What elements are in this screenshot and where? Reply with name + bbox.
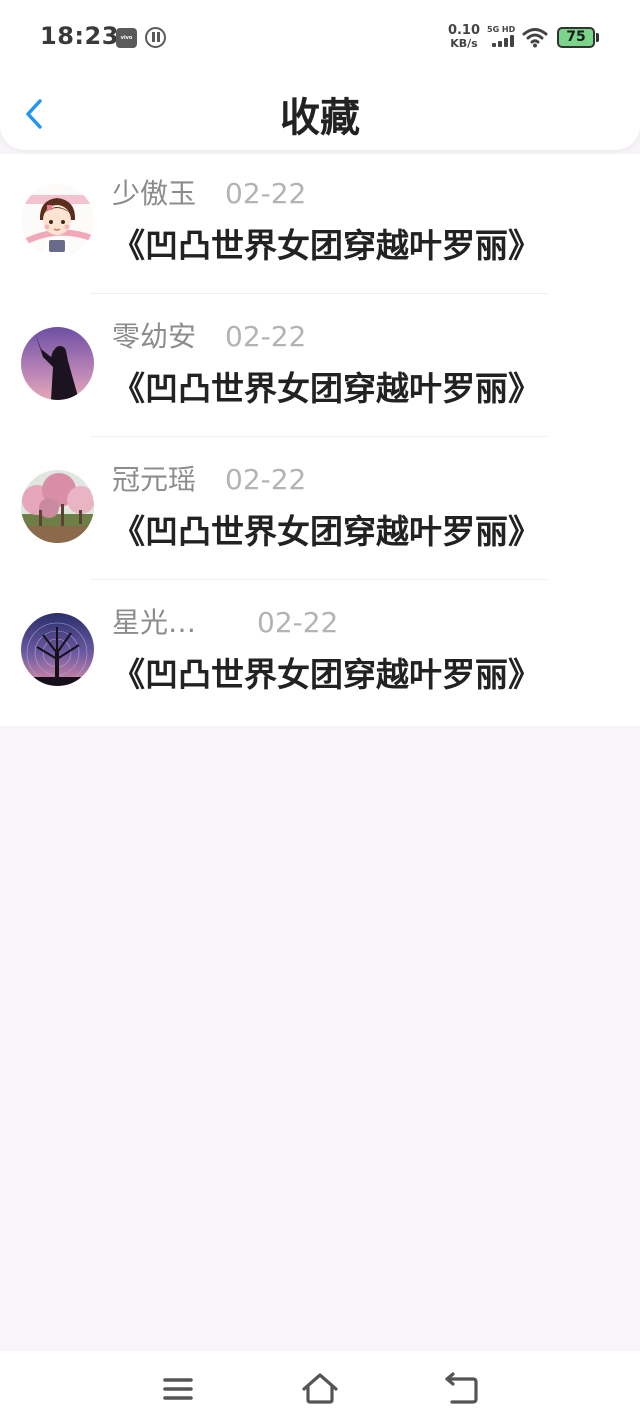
menu-icon bbox=[163, 1378, 193, 1400]
item-title[interactable]: 《凹凸世界女团穿越叶罗丽》 bbox=[112, 651, 541, 699]
status-bar: 18:23 vivo 0.10 KB/s 5G HD 75 bbox=[0, 0, 640, 76]
network-speed-unit: KB/s bbox=[450, 37, 478, 50]
item-date: 02-22 bbox=[225, 177, 307, 210]
avatar[interactable] bbox=[21, 184, 94, 257]
battery-indicator: 75 bbox=[557, 27, 595, 48]
avatar[interactable] bbox=[21, 327, 94, 400]
user-name[interactable]: 冠元瑶 bbox=[112, 460, 196, 500]
divider bbox=[90, 436, 548, 437]
divider bbox=[90, 293, 548, 294]
header: 收藏 bbox=[0, 76, 640, 150]
home-button[interactable] bbox=[300, 1369, 340, 1409]
user-name[interactable]: 星光… bbox=[112, 603, 196, 643]
menu-button[interactable] bbox=[158, 1369, 198, 1409]
avatar[interactable] bbox=[21, 613, 94, 686]
top-bar: 18:23 vivo 0.10 KB/s 5G HD 75 收藏 bbox=[0, 0, 640, 150]
item-title[interactable]: 《凹凸世界女团穿越叶罗丽》 bbox=[112, 222, 541, 270]
item-date: 02-22 bbox=[257, 606, 339, 639]
item-date: 02-22 bbox=[225, 320, 307, 353]
back-nav-button[interactable] bbox=[442, 1369, 482, 1409]
back-icon bbox=[445, 1372, 478, 1404]
wifi-icon bbox=[522, 28, 548, 48]
favorites-list: 少傲玉 02-22 《凹凸世界女团穿越叶罗丽》 零幼安 02-22 《凹凸世界女… bbox=[0, 154, 640, 726]
list-item[interactable]: 冠元瑶 02-22 《凹凸世界女团穿越叶罗丽》 bbox=[0, 440, 640, 583]
item-title[interactable]: 《凹凸世界女团穿越叶罗丽》 bbox=[112, 365, 541, 413]
list-item[interactable]: 星光… 02-22 《凹凸世界女团穿越叶罗丽》 bbox=[0, 583, 640, 726]
status-time: 18:23 bbox=[40, 22, 119, 50]
divider bbox=[90, 579, 548, 580]
page-title: 收藏 bbox=[280, 95, 360, 141]
list-item[interactable]: 零幼安 02-22 《凹凸世界女团穿越叶罗丽》 bbox=[0, 297, 640, 440]
signal-icon bbox=[492, 35, 516, 47]
item-title[interactable]: 《凹凸世界女团穿越叶罗丽》 bbox=[112, 508, 541, 556]
user-name[interactable]: 零幼安 bbox=[112, 317, 196, 357]
system-nav-bar bbox=[0, 1351, 640, 1427]
avatar[interactable] bbox=[21, 470, 94, 543]
network-speed: 0.10 KB/s bbox=[444, 24, 484, 50]
favorites-screen: 18:23 vivo 0.10 KB/s 5G HD 75 收藏 少傲玉 02-… bbox=[0, 0, 640, 1427]
home-icon bbox=[302, 1373, 338, 1404]
list-item[interactable]: 少傲玉 02-22 《凹凸世界女团穿越叶罗丽》 bbox=[0, 154, 640, 297]
sync-icon bbox=[145, 27, 166, 48]
battery-tip bbox=[596, 33, 599, 42]
network-speed-value: 0.10 bbox=[447, 23, 481, 38]
user-name[interactable]: 少傲玉 bbox=[112, 174, 196, 214]
vivo-icon: vivo bbox=[116, 28, 137, 48]
signal-label: 5G HD bbox=[487, 25, 516, 34]
item-date: 02-22 bbox=[225, 463, 307, 496]
